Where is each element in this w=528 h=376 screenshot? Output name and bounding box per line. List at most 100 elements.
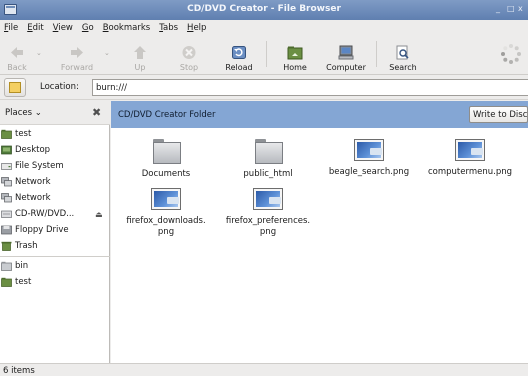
back-label: Back: [7, 63, 27, 72]
optical-drive-icon: [1, 210, 12, 218]
file-item-image[interactable]: computermenu.png: [425, 139, 515, 178]
file-item-image[interactable]: beagle_search.png: [324, 139, 414, 178]
back-arrow-icon: [11, 47, 23, 58]
up-label: Up: [134, 63, 146, 72]
sidebar-item-label: Desktop: [15, 145, 51, 155]
folder-icon: [152, 139, 181, 164]
toolbar-separator: [376, 41, 377, 67]
file-item-image[interactable]: firefox_downloads. png: [121, 188, 211, 238]
menu-view[interactable]: View: [53, 23, 73, 33]
file-item-image[interactable]: firefox_preferences. png: [223, 188, 313, 238]
menu-help[interactable]: Help: [187, 23, 206, 33]
chevron-down-icon: ⌄: [32, 108, 42, 118]
floppy-icon: [1, 225, 12, 235]
trash-icon: [1, 241, 12, 251]
sidebar-item-label: Floppy Drive: [15, 225, 69, 235]
image-file-icon: [354, 139, 384, 161]
sidebar: Places ⌄ ✖ test Desktop File System Netw…: [0, 101, 110, 363]
sidebar-item-file-system[interactable]: File System: [0, 158, 110, 174]
write-to-disc-button[interactable]: Write to Disc: [469, 106, 528, 123]
status-bar: 6 items: [0, 363, 528, 376]
sidebar-item-label: test: [15, 277, 32, 287]
file-name: firefox_downloads. png: [126, 216, 206, 237]
forward-label: Forward: [60, 63, 94, 72]
image-file-icon: [253, 188, 283, 210]
close-sidebar-icon[interactable]: ✖: [92, 106, 101, 119]
toggle-location-button[interactable]: [4, 78, 26, 97]
network-icon: [1, 177, 12, 187]
menu-go[interactable]: Go: [82, 23, 94, 33]
sidebar-item-network[interactable]: Network: [0, 174, 110, 190]
sidebar-item-label: Network: [15, 177, 51, 187]
sidebar-separator: [0, 256, 110, 257]
location-input[interactable]: burn:///: [92, 79, 528, 96]
home-folder-icon: [1, 277, 12, 287]
back-button[interactable]: Back: [2, 38, 32, 72]
forward-arrow-icon: [71, 47, 83, 58]
location-bar: Location: burn:///: [0, 75, 528, 100]
sidebar-item-home[interactable]: test: [0, 126, 110, 142]
file-item-folder[interactable]: public_html: [223, 139, 313, 180]
file-name: computermenu.png: [427, 167, 512, 177]
up-arrow-icon: [134, 46, 146, 59]
places-dropdown[interactable]: Places ⌄: [5, 108, 42, 118]
sidebar-item-label: Trash: [15, 241, 38, 251]
reload-button[interactable]: Reload: [222, 38, 256, 72]
places-label: Places: [5, 108, 33, 118]
search-icon: [396, 45, 409, 60]
toolbar: Back ⌄ Forward ⌄ Up Stop Reload Home Com…: [0, 35, 528, 75]
search-label: Search: [389, 63, 417, 72]
sidebar-item-trash[interactable]: Trash: [0, 238, 110, 254]
search-button[interactable]: Search: [386, 38, 420, 72]
file-view: CD/DVD Creator Folder Write to Disc Docu…: [111, 101, 528, 363]
file-name: Documents: [141, 169, 191, 179]
menu-tabs[interactable]: Tabs: [159, 23, 178, 33]
menu-bookmarks-rest: ookmarks: [108, 22, 151, 33]
eject-icon[interactable]: ⏏: [95, 210, 103, 219]
sidebar-item-label: test: [15, 129, 32, 139]
image-file-icon: [151, 188, 181, 210]
image-file-icon: [455, 139, 485, 161]
menu-edit[interactable]: Edit: [27, 23, 43, 33]
home-button[interactable]: Home: [280, 38, 310, 72]
sidebar-header: Places ⌄ ✖: [0, 101, 110, 125]
menu-bookmarks[interactable]: Bookmarks: [103, 23, 151, 33]
computer-button[interactable]: Computer: [322, 38, 370, 72]
close-button[interactable]: x: [518, 4, 523, 13]
back-history-chevron-icon[interactable]: ⌄: [36, 49, 42, 57]
folder-icon: [254, 139, 283, 164]
file-name: public_html: [243, 169, 293, 179]
file-item-folder[interactable]: Documents: [121, 139, 211, 180]
stop-button[interactable]: Stop: [176, 38, 202, 72]
minimize-button[interactable]: _: [496, 4, 500, 13]
up-button[interactable]: Up: [128, 38, 152, 72]
maximize-button[interactable]: □: [507, 4, 515, 13]
location-label: Location:: [40, 82, 79, 92]
sidebar-bookmark-bin[interactable]: bin: [0, 258, 110, 274]
sidebar-item-network-2[interactable]: Network: [0, 190, 110, 206]
reload-icon: [232, 46, 246, 59]
sidebar-item-label: CD-RW/DVD...: [15, 209, 75, 219]
stop-label: Stop: [179, 63, 199, 72]
sidebar-item-cd-dvd[interactable]: CD-RW/DVD... ⏏: [0, 206, 110, 222]
forward-history-chevron-icon[interactable]: ⌄: [104, 49, 110, 57]
sidebar-item-floppy[interactable]: Floppy Drive: [0, 222, 110, 238]
home-folder-icon: [1, 129, 12, 139]
activity-throbber-icon: [501, 44, 521, 64]
menu-edit-rest: dit: [32, 22, 44, 33]
forward-button[interactable]: Forward: [56, 38, 98, 72]
drive-icon: [1, 163, 12, 170]
computer-label: Computer: [326, 63, 366, 72]
menu-file[interactable]: File: [4, 23, 18, 33]
desktop-icon: [1, 145, 12, 155]
menu-file-rest: ile: [8, 22, 19, 33]
menu-tabs-rest: abs: [163, 22, 179, 33]
title-bar: CD/DVD Creator - File Browser _ □ x: [0, 0, 528, 20]
menu-bar: File Edit View Go Bookmarks Tabs Help: [0, 20, 528, 35]
menu-go-rest: o: [88, 22, 94, 33]
folder-title: CD/DVD Creator Folder: [118, 110, 216, 120]
sidebar-item-desktop[interactable]: Desktop: [0, 142, 110, 158]
sidebar-bookmark-test[interactable]: test: [0, 274, 110, 290]
sidebar-item-label: Network: [15, 193, 51, 203]
home-label: Home: [283, 63, 307, 72]
